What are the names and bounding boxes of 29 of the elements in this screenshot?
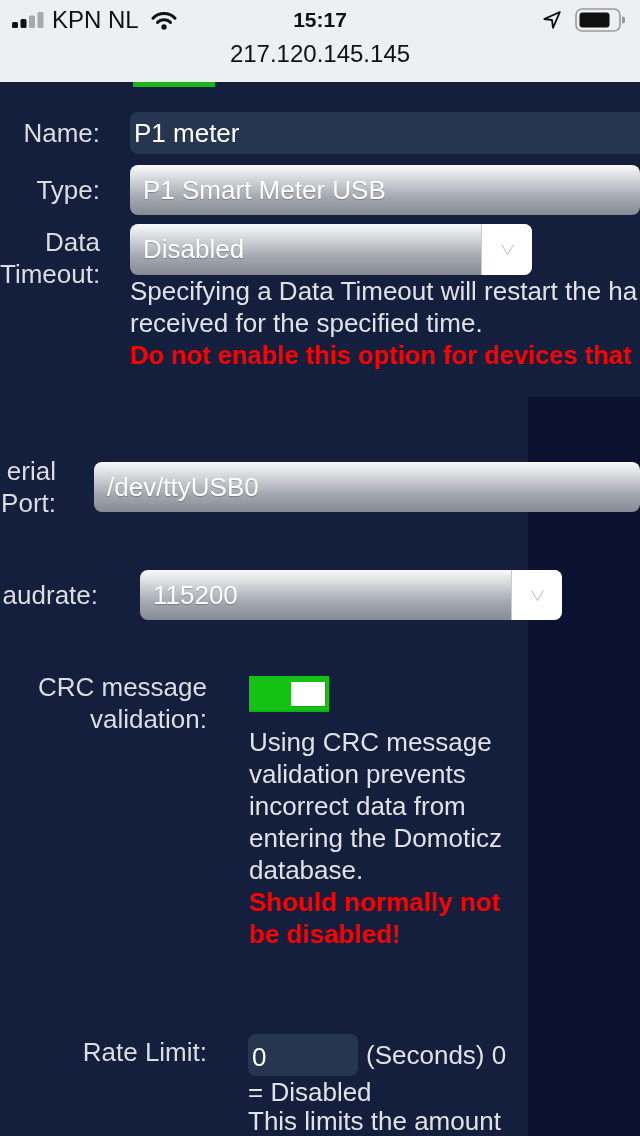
field-label: erial Port: bbox=[0, 455, 56, 519]
warning-text: Do not enable this option for devices that bbox=[130, 340, 632, 371]
field-label: CRC message validation: bbox=[36, 671, 207, 735]
carrier-name: KPN NL bbox=[52, 6, 139, 34]
wifi-icon bbox=[150, 10, 177, 30]
dropdown[interactable]: /dev/ttyUSB0 bbox=[94, 462, 640, 512]
help-text: Using CRC message validation prevents incorrect data from entering the Domoticz database. bbox=[249, 726, 503, 886]
field-label: Type: bbox=[35, 174, 100, 206]
number-field[interactable]: 0 bbox=[248, 1034, 358, 1076]
dropdown[interactable]: P1 Smart Meter USB bbox=[130, 165, 640, 215]
signal-icon bbox=[12, 12, 44, 28]
toggle-switch[interactable] bbox=[249, 676, 329, 712]
help-text: received for the specified time. bbox=[130, 307, 483, 339]
unit-text: = Disabled bbox=[248, 1076, 372, 1108]
dropdown[interactable]: 115200 bbox=[140, 570, 562, 620]
help-text: This limits the amount bbox=[248, 1108, 501, 1134]
text-field[interactable]: P1 meter bbox=[130, 112, 640, 154]
address-text[interactable]: 217.120.145.145 bbox=[229, 40, 411, 68]
field-label: Rate Limit: bbox=[81, 1036, 207, 1068]
field-label: Name: bbox=[22, 117, 100, 149]
help-text: Specifying a Data Timeout will restart the ha bbox=[130, 275, 638, 307]
field-label: audrate: bbox=[1, 579, 98, 611]
warning-text: Should normally not be disabled! bbox=[249, 886, 502, 950]
clock-time: 15:17 bbox=[293, 7, 347, 33]
dropdown[interactable]: Disabled bbox=[130, 224, 532, 275]
field-label: Data Timeout: bbox=[0, 226, 100, 290]
battery-icon bbox=[575, 8, 625, 32]
location-arrow-icon bbox=[543, 11, 561, 29]
unit-text: (Seconds) 0 bbox=[366, 1039, 507, 1071]
